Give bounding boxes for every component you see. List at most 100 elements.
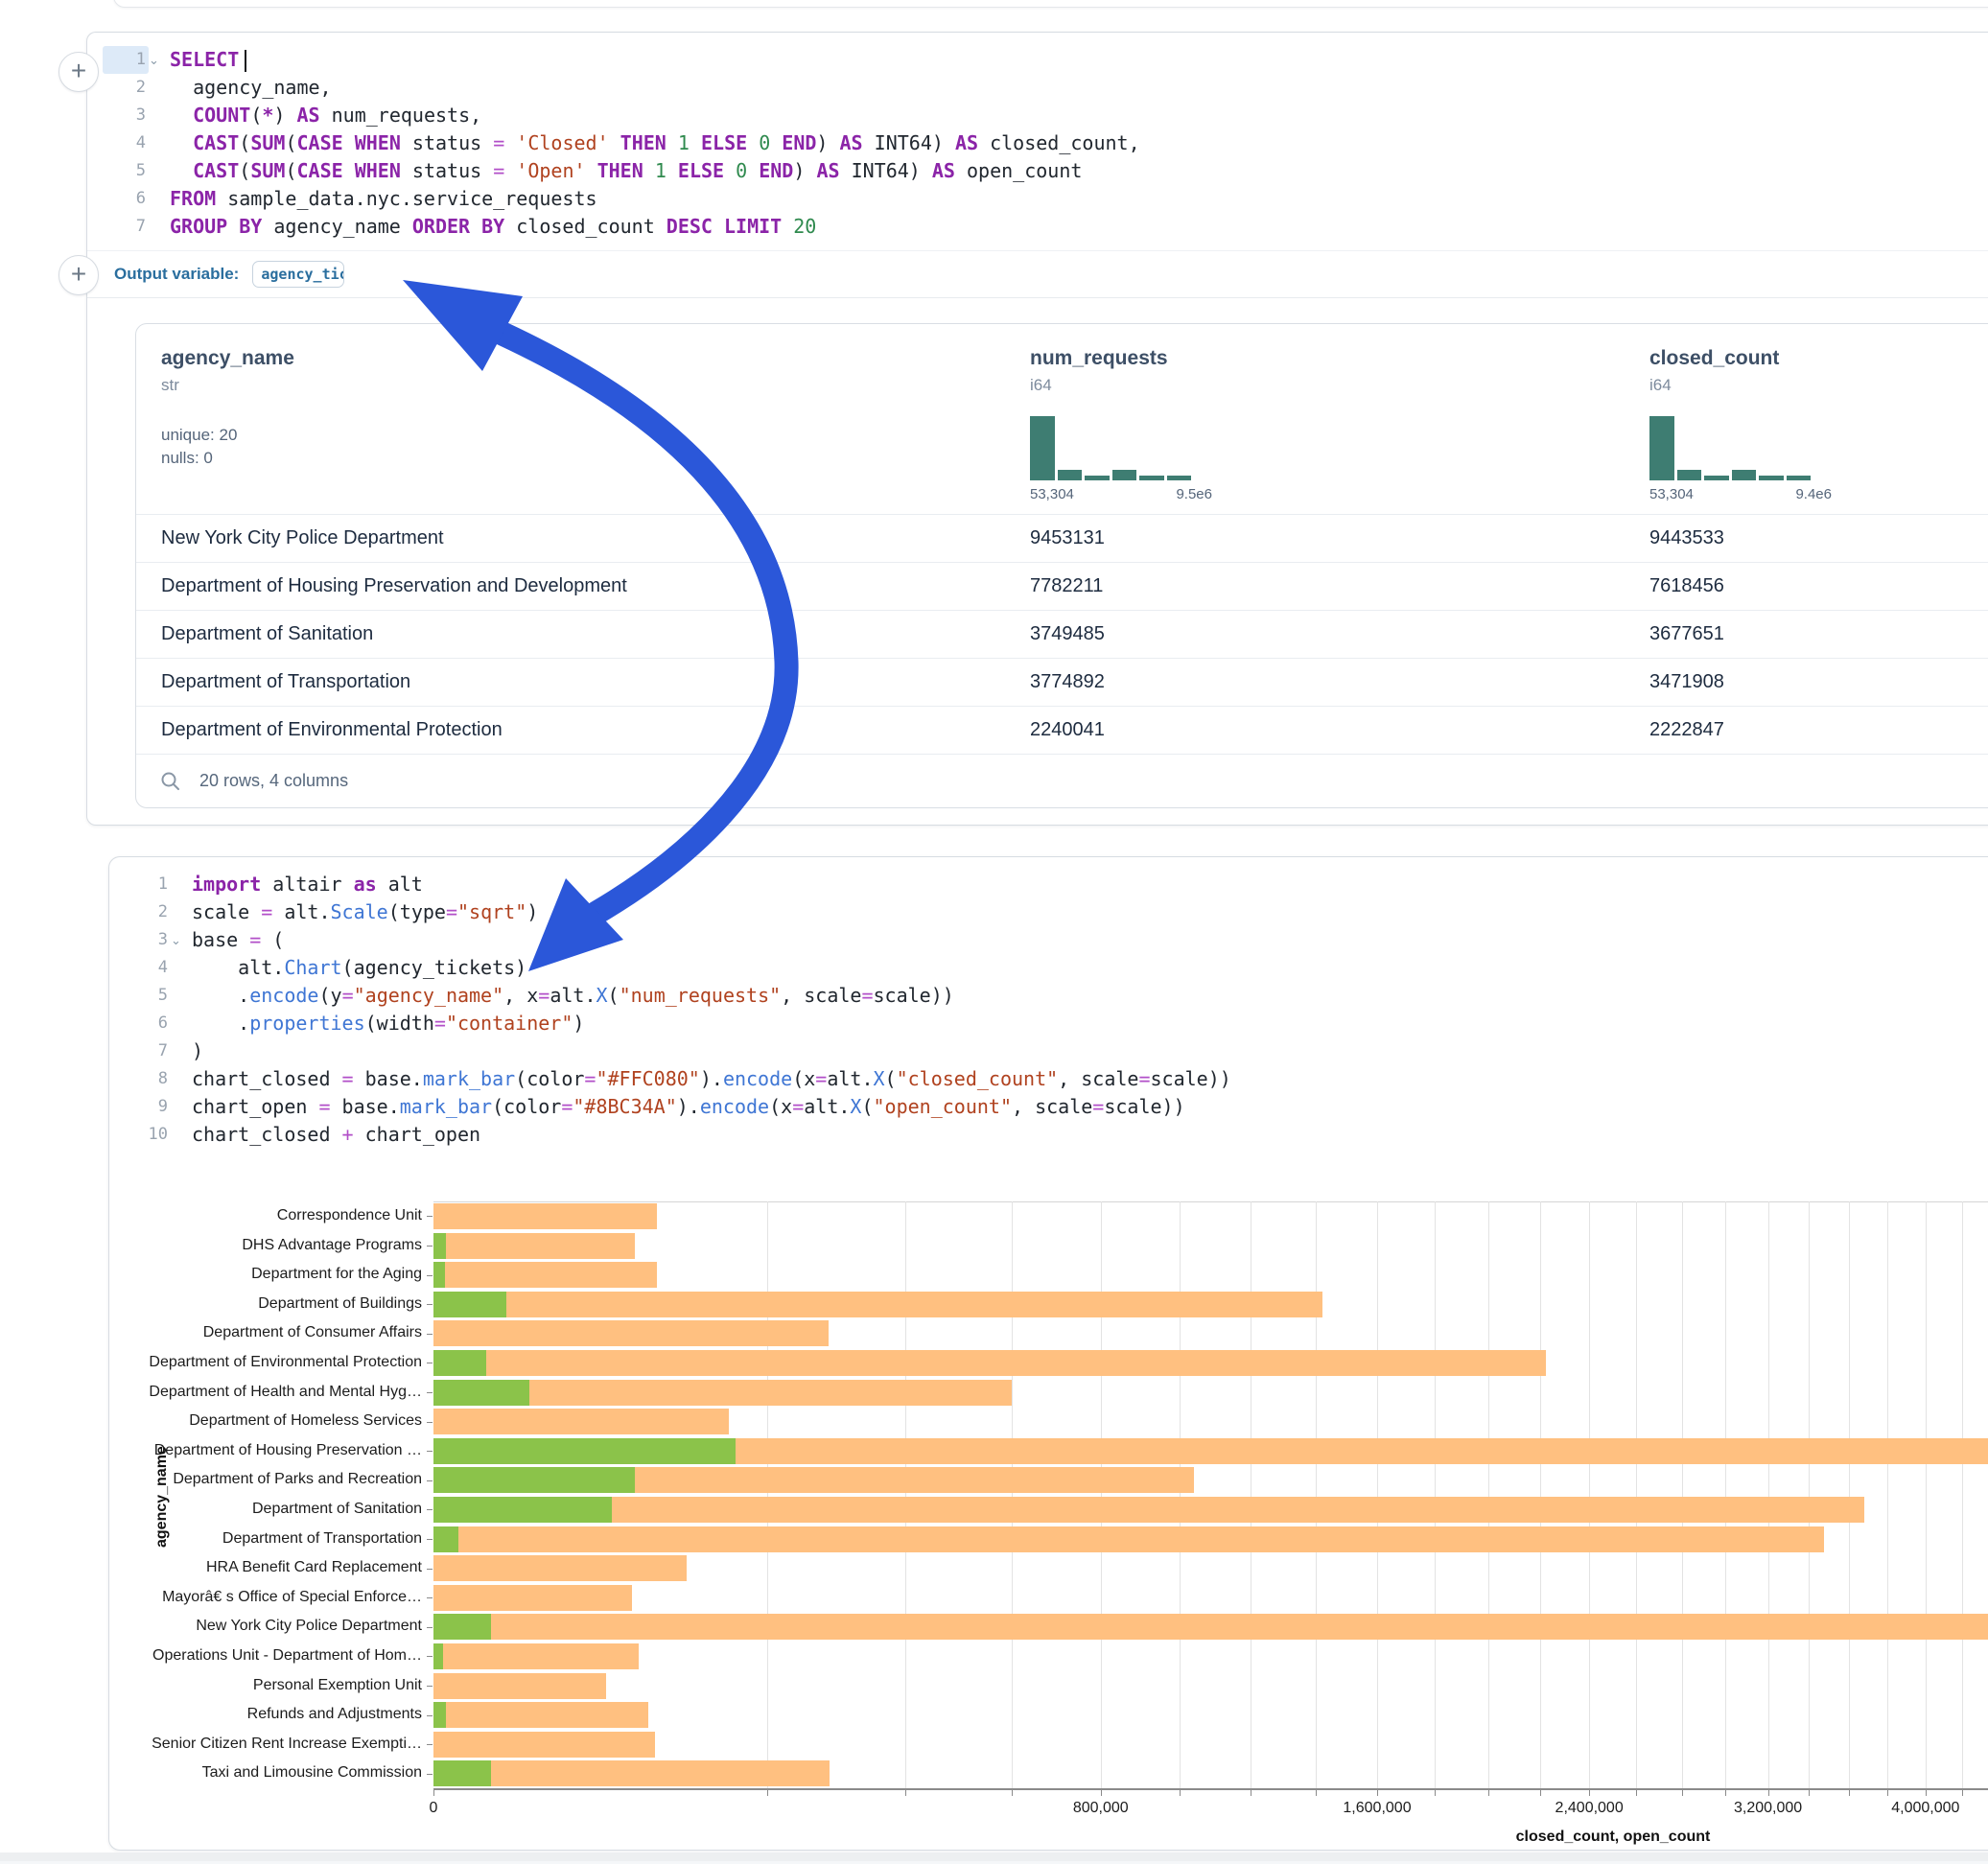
x-minor-tick xyxy=(1488,1790,1489,1796)
line-number: 3 xyxy=(125,926,171,954)
column-header-closed_count[interactable]: closed_counti6453,3049.4e6 xyxy=(1625,324,1988,514)
python-line-3[interactable]: 3⌄base = ( xyxy=(125,926,1988,954)
bar-open_count[interactable] xyxy=(433,1702,446,1728)
code-text: chart_closed = base.mark_bar(color="#FFC… xyxy=(186,1065,1231,1093)
add-cell-button-top[interactable]: + xyxy=(58,52,99,92)
python-line-8[interactable]: 8chart_closed = base.mark_bar(color="#FF… xyxy=(125,1065,1988,1093)
bar-closed_count[interactable] xyxy=(433,1702,648,1728)
histogram-min-label: 53,304 xyxy=(1030,486,1074,502)
bar-open_count[interactable] xyxy=(433,1760,491,1786)
python-line-6[interactable]: 6 .properties(width="container") xyxy=(125,1010,1988,1037)
python-line-9[interactable]: 9chart_open = base.mark_bar(color="#8BC3… xyxy=(125,1093,1988,1121)
python-line-7[interactable]: 7) xyxy=(125,1037,1988,1065)
bar-open_count[interactable] xyxy=(433,1262,445,1288)
bar-closed_count[interactable] xyxy=(433,1643,639,1669)
x-minor-tick xyxy=(1636,1790,1637,1796)
y-axis-label: Department of Buildings xyxy=(109,1290,422,1319)
bar-closed_count[interactable] xyxy=(433,1760,830,1786)
histogram-bar xyxy=(1085,476,1110,480)
search-icon[interactable] xyxy=(159,770,182,793)
python-line-10[interactable]: 10chart_closed + chart_open xyxy=(125,1121,1988,1149)
sql-line-3[interactable]: 3 COUNT(*) AS num_requests, xyxy=(103,102,1988,129)
line-number: 6 xyxy=(125,1010,171,1037)
code-text: .properties(width="container") xyxy=(186,1010,584,1037)
y-tick xyxy=(427,1422,433,1423)
bar-open_count[interactable] xyxy=(433,1614,491,1640)
x-minor-tick xyxy=(1180,1790,1181,1796)
text-cursor xyxy=(245,50,246,72)
column-name: num_requests xyxy=(1030,347,1625,370)
bar-closed_count[interactable] xyxy=(433,1555,687,1581)
bar-open_count[interactable] xyxy=(433,1467,635,1493)
table-row[interactable]: Department of Transportation377489234719… xyxy=(136,658,1988,706)
bar-closed_count[interactable] xyxy=(433,1203,657,1229)
x-minor-tick xyxy=(1926,1790,1927,1796)
histogram-max-label: 9.5e6 xyxy=(1176,486,1212,502)
fold-chevron-icon[interactable]: ⌄ xyxy=(149,46,164,74)
bar-closed_count[interactable] xyxy=(433,1497,1864,1523)
gridline xyxy=(1887,1201,1888,1788)
output-variable-row: Output variable: agency_tickets xyxy=(87,250,1988,298)
table-row[interactable]: Department of Housing Preservation and D… xyxy=(136,562,1988,610)
plot-top-border xyxy=(433,1201,1988,1202)
bar-closed_count[interactable] xyxy=(433,1233,635,1259)
x-minor-tick xyxy=(1725,1790,1726,1796)
bar-open_count[interactable] xyxy=(433,1526,458,1552)
table-row[interactable]: Department of Environmental Protection22… xyxy=(136,706,1988,754)
bar-open_count[interactable] xyxy=(433,1497,612,1523)
bar-closed_count[interactable] xyxy=(433,1409,729,1434)
sql-line-6[interactable]: 6FROM sample_data.nyc.service_requests xyxy=(103,185,1988,213)
x-axis-line xyxy=(433,1788,1988,1790)
table-row[interactable]: Department of Sanitation37494853677651 xyxy=(136,610,1988,658)
column-header-num_requests[interactable]: num_requestsi6453,3049.5e6 xyxy=(1005,324,1625,514)
column-header-agency_name[interactable]: agency_namestrunique: 20nulls: 0 xyxy=(136,324,1005,514)
bar-closed_count[interactable] xyxy=(433,1614,1988,1640)
bar-closed_count[interactable] xyxy=(433,1732,655,1758)
bar-closed_count[interactable] xyxy=(433,1320,829,1346)
bar-open_count[interactable] xyxy=(433,1350,486,1376)
y-axis-title: agency_name xyxy=(153,1446,171,1548)
python-line-4[interactable]: 4 alt.Chart(agency_tickets) xyxy=(125,954,1988,982)
bar-open_count[interactable] xyxy=(433,1643,443,1669)
bar-closed_count[interactable] xyxy=(433,1673,606,1699)
python-line-5[interactable]: 5 .encode(y="agency_name", x=alt.X("num_… xyxy=(125,982,1988,1010)
code-text: chart_closed + chart_open xyxy=(186,1121,480,1149)
add-cell-button-middle[interactable]: + xyxy=(58,255,99,295)
sql-line-7[interactable]: 7GROUP BY agency_name ORDER BY closed_co… xyxy=(103,213,1988,241)
bar-closed_count[interactable] xyxy=(433,1292,1322,1317)
x-axis-label: 2,400,000 xyxy=(1555,1800,1624,1817)
output-variable-pill[interactable]: agency_tickets xyxy=(252,261,344,288)
python-line-2[interactable]: 2scale = alt.Scale(type="sqrt") xyxy=(125,898,1988,926)
bar-closed_count[interactable] xyxy=(433,1350,1546,1376)
sql-line-1[interactable]: 1⌄SELECT xyxy=(103,46,1988,74)
bar-closed_count[interactable] xyxy=(433,1526,1824,1552)
bar-open_count[interactable] xyxy=(433,1233,446,1259)
cell-num-requests: 3774892 xyxy=(1005,671,1625,693)
y-axis-label: Correspondence Unit xyxy=(109,1201,422,1231)
histogram-bar xyxy=(1139,476,1164,480)
bar-open_count[interactable] xyxy=(433,1292,506,1317)
gridline xyxy=(1809,1201,1810,1788)
python-code-editor[interactable]: 1import altair as alt2scale = alt.Scale(… xyxy=(109,857,1988,1158)
y-tick xyxy=(427,1480,433,1481)
bar-open_count[interactable] xyxy=(433,1438,736,1464)
sql-code-editor[interactable]: 1⌄SELECT2 agency_name,3 COUNT(*) AS num_… xyxy=(87,33,1988,250)
python-line-1[interactable]: 1import altair as alt xyxy=(125,871,1988,898)
bar-closed_count[interactable] xyxy=(433,1585,632,1611)
code-text: scale = alt.Scale(type="sqrt") xyxy=(186,898,538,926)
y-axis-label: DHS Advantage Programs xyxy=(109,1231,422,1261)
x-axis-label: 800,000 xyxy=(1073,1800,1129,1817)
x-minor-tick xyxy=(433,1790,434,1796)
sql-line-4[interactable]: 4 CAST(SUM(CASE WHEN status = 'Closed' T… xyxy=(103,129,1988,157)
y-tick xyxy=(427,1656,433,1657)
bar-open_count[interactable] xyxy=(433,1380,529,1406)
sql-line-5[interactable]: 5 CAST(SUM(CASE WHEN status = 'Open' THE… xyxy=(103,157,1988,185)
sql-line-2[interactable]: 2 agency_name, xyxy=(103,74,1988,102)
previous-cell-edge xyxy=(113,0,1988,8)
histogram-bar xyxy=(1704,476,1729,480)
fold-chevron-icon[interactable]: ⌄ xyxy=(171,926,186,954)
y-axis-label: Department for the Aging xyxy=(109,1260,422,1290)
bar-closed_count[interactable] xyxy=(433,1262,657,1288)
table-row[interactable]: New York City Police Department945313194… xyxy=(136,514,1988,562)
gridline xyxy=(1962,1201,1963,1788)
